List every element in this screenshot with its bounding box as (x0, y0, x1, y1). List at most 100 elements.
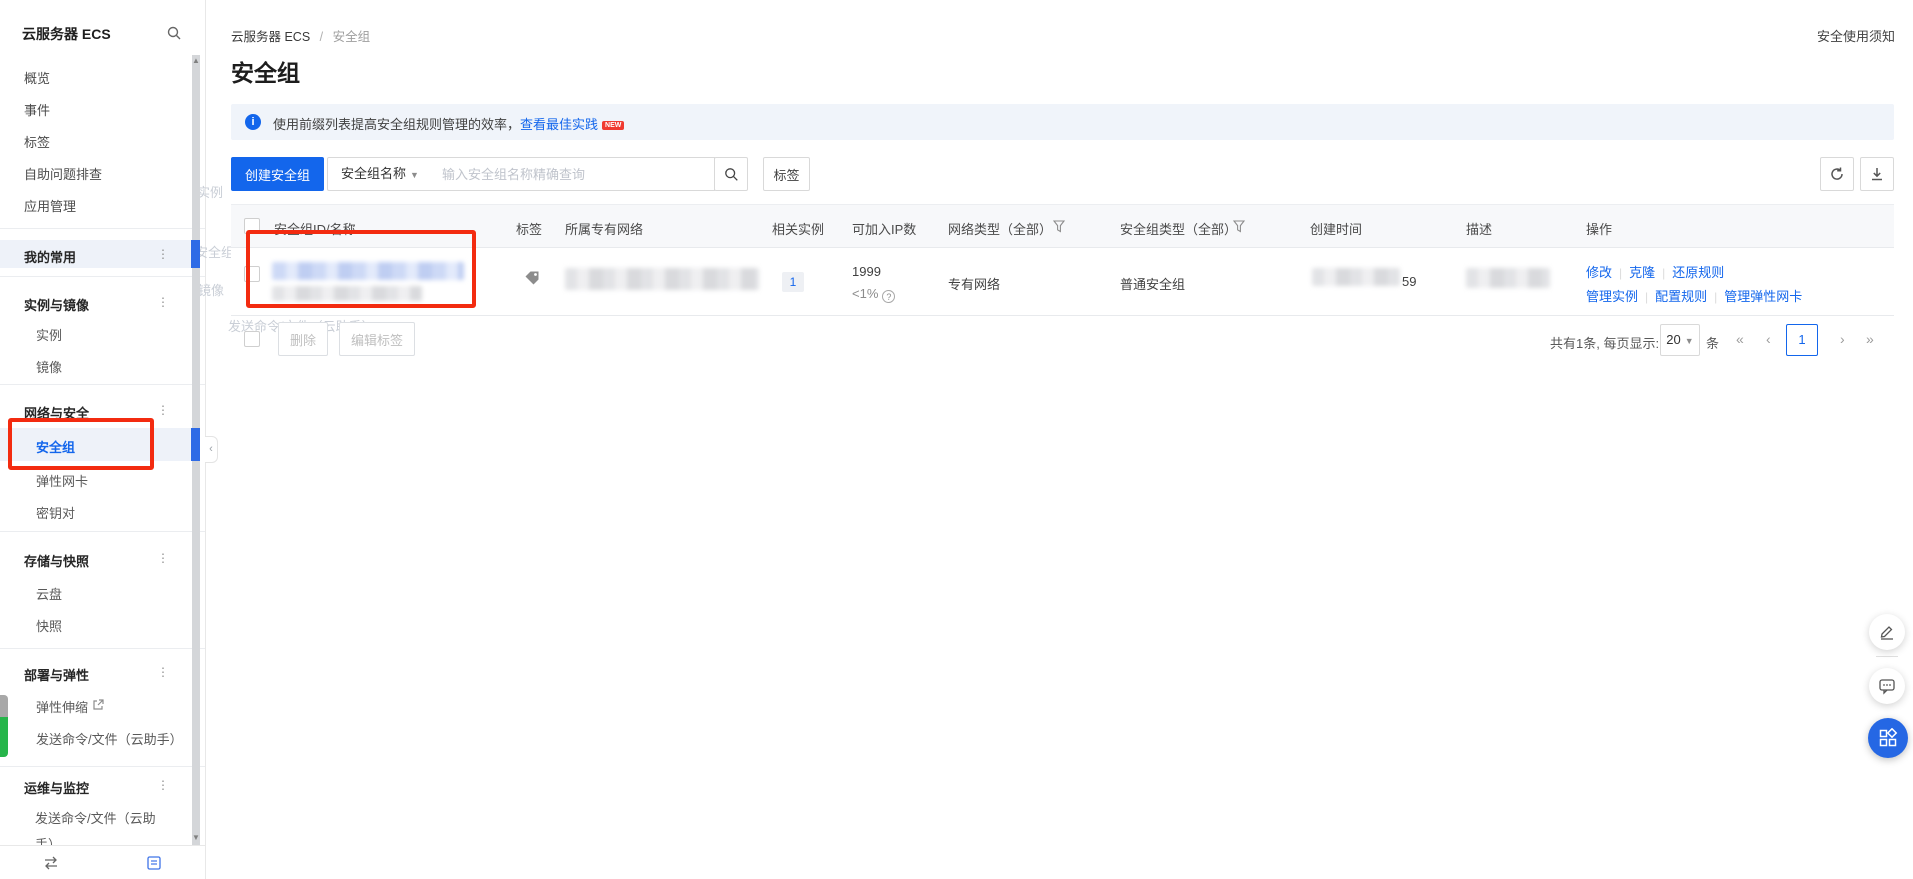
chat-support-button[interactable] (1869, 668, 1905, 704)
sidebar-item-snapshots[interactable]: 快照 (36, 616, 62, 635)
refresh-button[interactable] (1820, 157, 1854, 191)
ghost-text: 镜像 (198, 280, 224, 299)
more-dots-icon[interactable]: ⋮ (157, 665, 169, 679)
table-row: 1 1999 <1%? 专有网络 普通安全组 59 修改|克隆|还原规则 管理实… (231, 248, 1894, 316)
sidebar-section-ops-monitoring[interactable]: 运维与监控 (24, 778, 89, 797)
more-dots-icon[interactable]: ⋮ (157, 403, 169, 417)
related-instances-badge[interactable]: 1 (782, 272, 804, 292)
favorites-active-indicator (191, 240, 200, 268)
page-size-select[interactable]: 20▼ (1660, 324, 1700, 356)
sidebar-item-disks[interactable]: 云盘 (36, 584, 62, 603)
security-groups-active-indicator (191, 428, 200, 461)
sidebar-section-network-security[interactable]: 网络与安全 (24, 403, 89, 422)
sidebar-item-send-command[interactable]: 发送命令/文件（云助手） (35, 806, 167, 846)
more-dots-icon[interactable]: ⋮ (157, 551, 169, 565)
breadcrumb: 云服务器 ECS / 安全组 (231, 26, 370, 45)
col-sg-type: 安全组类型（全部） (1120, 219, 1237, 238)
edit-tags-button[interactable]: 编辑标签 (339, 322, 415, 356)
sg-type: 普通安全组 (1120, 274, 1185, 293)
configure-rules-link[interactable]: 配置规则 (1655, 289, 1707, 304)
sidebar-item-instances[interactable]: 实例 (36, 325, 62, 344)
edge-widget-green (0, 717, 8, 757)
sidebar-item-savings-plans[interactable]: 发送命令/文件（云助手） (36, 729, 183, 748)
sidebar-item-enis[interactable]: 弹性网卡 (36, 471, 88, 490)
tag-icon[interactable] (524, 270, 540, 286)
more-dots-icon[interactable]: ⋮ (157, 295, 169, 309)
filter-funnel-icon[interactable] (1053, 220, 1065, 233)
divider (1876, 656, 1898, 657)
pagination-current-page[interactable]: 1 (1786, 324, 1818, 356)
divider (0, 228, 205, 229)
search-icon[interactable] (166, 25, 182, 41)
switch-version-icon[interactable] (42, 856, 60, 870)
scroll-up-icon[interactable]: ▲ (191, 56, 201, 65)
widgets-launcher-button[interactable] (1868, 718, 1908, 758)
modify-link[interactable]: 修改 (1586, 265, 1612, 280)
search-field-select[interactable]: 安全组名称▼ (327, 157, 433, 191)
restore-rules-link[interactable]: 还原规则 (1672, 265, 1724, 280)
delete-button[interactable]: 删除 (278, 322, 328, 356)
docs-panel-icon[interactable] (146, 855, 162, 871)
info-icon: i (245, 114, 261, 130)
clone-link[interactable]: 克隆 (1629, 265, 1655, 280)
scroll-down-icon[interactable]: ▼ (191, 833, 201, 842)
divider (0, 766, 205, 767)
best-practice-link[interactable]: 查看最佳实践 (520, 117, 598, 132)
more-dots-icon[interactable]: ⋮ (157, 247, 169, 261)
separator: | (1645, 290, 1648, 304)
col-id-name: 安全组ID/名称 (274, 219, 356, 238)
description-redacted (1466, 268, 1550, 288)
breadcrumb-root[interactable]: 云服务器 ECS (231, 30, 310, 44)
banner-message: 使用前缀列表提高安全组规则管理的效率， (273, 117, 520, 132)
info-banner: i 使用前缀列表提高安全组规则管理的效率，查看最佳实践 NEW (231, 104, 1894, 140)
sidebar-section-favorites[interactable]: 我的常用 (24, 247, 76, 266)
sidebar-collapse-handle[interactable]: ‹ (205, 436, 218, 463)
sidebar-item-tags[interactable]: 标签 (24, 132, 50, 151)
sidebar-section-storage-snapshots[interactable]: 存储与快照 (24, 551, 89, 570)
vpc-redacted[interactable] (565, 268, 759, 290)
divider (0, 531, 205, 532)
banner-text: 使用前缀列表提高安全组规则管理的效率，查看最佳实践 NEW (273, 114, 624, 133)
footer-checkbox[interactable] (244, 331, 260, 347)
pagination-last[interactable]: » (1866, 331, 1874, 347)
row-checkbox[interactable] (244, 266, 260, 282)
pagination-first[interactable]: « (1736, 331, 1744, 347)
sidebar-item-overview[interactable]: 概览 (24, 68, 50, 87)
feedback-edit-button[interactable] (1869, 614, 1905, 650)
divider (0, 384, 205, 385)
download-button[interactable] (1860, 157, 1894, 191)
help-icon[interactable]: ? (882, 290, 895, 303)
col-created: 创建时间 (1310, 219, 1362, 238)
pagination-prev[interactable]: ‹ (1766, 331, 1771, 347)
sidebar-item-events[interactable]: 事件 (24, 100, 50, 119)
manage-enis-link[interactable]: 管理弹性网卡 (1724, 289, 1802, 304)
sidebar-section-deployment-elasticity[interactable]: 部署与弹性 (24, 665, 89, 684)
more-dots-icon[interactable]: ⋮ (157, 778, 169, 792)
sg-id-redacted[interactable] (272, 262, 464, 280)
sidebar-item-self-troubleshoot[interactable]: 自助问题排查 (24, 164, 102, 183)
filter-funnel-icon[interactable] (1233, 220, 1245, 233)
manage-instances-link[interactable]: 管理实例 (1586, 289, 1638, 304)
sidebar-section-instances-images[interactable]: 实例与镜像 (24, 295, 89, 314)
external-link-icon (92, 698, 105, 711)
breadcrumb-separator: / (320, 30, 323, 44)
sidebar-item-images[interactable]: 镜像 (36, 357, 62, 376)
col-vpc: 所属专有网络 (565, 219, 643, 238)
sidebar-item-app-management[interactable]: 应用管理 (24, 196, 76, 215)
search-input[interactable] (432, 157, 715, 191)
sidebar-item-key-pairs[interactable]: 密钥对 (36, 503, 75, 522)
col-description: 描述 (1466, 219, 1492, 238)
breadcrumb-current: 安全组 (333, 30, 371, 44)
sidebar-item-auto-scaling[interactable]: 弹性伸缩 (36, 697, 88, 716)
security-notice-link[interactable]: 安全使用须知 (1817, 26, 1895, 45)
security-groups-highlight (0, 428, 191, 461)
sidebar-item-security-groups[interactable]: 安全组 (36, 437, 75, 456)
new-badge: NEW (602, 121, 624, 130)
search-button[interactable] (714, 157, 748, 191)
sidebar-title: 云服务器 ECS (22, 24, 111, 44)
pagination-next[interactable]: › (1840, 331, 1845, 347)
col-network-type: 网络类型（全部） (948, 219, 1052, 238)
tag-filter-button[interactable]: 标签 (763, 157, 810, 191)
select-all-checkbox[interactable] (244, 218, 260, 234)
create-security-group-button[interactable]: 创建安全组 (231, 157, 324, 191)
